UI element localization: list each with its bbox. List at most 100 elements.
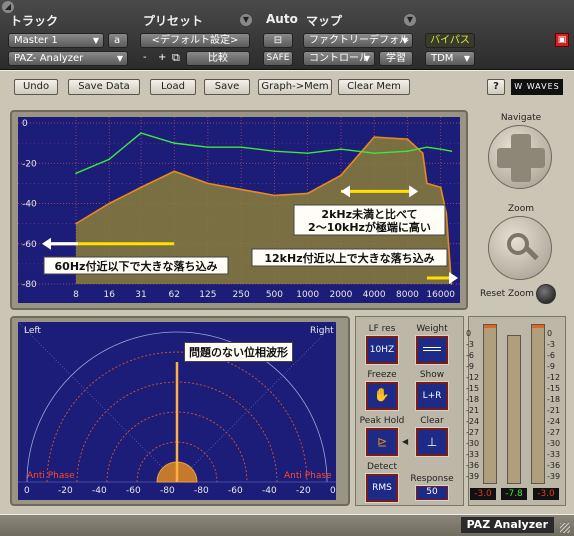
weight-label: Weight <box>416 324 448 334</box>
orange-series-point <box>340 174 342 177</box>
x-tick-label: 62 <box>169 290 180 300</box>
dropdown-arrow-icon: ▼ <box>463 54 470 63</box>
weight-flat-icon <box>423 347 441 351</box>
learn-button[interactable]: 学習 <box>379 51 413 66</box>
left-peak-readout[interactable]: -3.0 <box>470 488 496 500</box>
copy-icon[interactable]: ⧉ <box>172 51 180 65</box>
y-tick-label: -60 <box>22 240 37 250</box>
waves-logo-text: WAVES <box>526 82 560 91</box>
save-button[interactable]: Save <box>204 79 250 95</box>
map-select[interactable]: ファクトリーデフォル ▼ <box>303 33 413 48</box>
orange-series-point <box>445 212 448 215</box>
lf-res-button[interactable]: 10HZ <box>365 335 399 365</box>
meter-scale-label: -24 <box>547 417 561 426</box>
meter-scale-label: -39 <box>547 472 561 481</box>
zoom-pad[interactable] <box>488 216 552 280</box>
x-tick-label: 16 <box>104 290 116 300</box>
channel-value: a <box>114 35 121 46</box>
zoom-label: Zoom <box>508 204 534 214</box>
track-select-value: Master 1 <box>14 35 58 46</box>
freeze-button[interactable]: ✋ <box>365 381 399 411</box>
plugin-select-value: PAZ- Analyzer <box>14 53 84 64</box>
controller-select[interactable]: コントロール ▼ <box>303 51 375 66</box>
green-series-point <box>406 150 409 152</box>
phase-tick-label: 0 <box>24 486 30 496</box>
orange-series-point <box>406 138 409 140</box>
phase-right-label: Right <box>310 326 334 336</box>
preset-header: プリセット <box>143 14 204 28</box>
arrow-left-icon: ◀ <box>402 437 409 446</box>
clear-button[interactable]: ⊥ <box>415 427 449 457</box>
orange-series-point <box>75 222 77 225</box>
meter-scale-label: -21 <box>466 406 480 415</box>
reset-zoom-button[interactable] <box>536 284 556 304</box>
navigate-horizontal-icon <box>497 148 545 168</box>
meter-scale-label: -3 <box>466 340 474 349</box>
annotation-mid-high: 2〜10kHzが極端に高い <box>308 220 431 234</box>
orange-series-point <box>273 194 276 197</box>
green-series-point <box>207 146 209 148</box>
save-data-button[interactable]: Save Data <box>68 79 140 95</box>
compare-button[interactable]: 比較 <box>186 51 250 66</box>
waves-logo: W WAVES <box>511 79 563 95</box>
magnifier-handle-icon <box>525 246 539 261</box>
orange-series-point <box>240 188 242 191</box>
weight-button[interactable] <box>415 335 449 365</box>
y-tick-label: -40 <box>22 200 37 210</box>
response-field[interactable]: 50 <box>415 485 449 501</box>
orange-series-point <box>173 170 176 173</box>
y-tick-label: -80 <box>22 280 37 290</box>
green-series-point <box>240 146 242 148</box>
x-tick-label: 4000 <box>363 290 386 300</box>
x-tick-label: 2000 <box>329 290 352 300</box>
right-meter <box>531 324 545 484</box>
close-icon[interactable]: ▣ <box>555 33 569 47</box>
center-meter <box>507 335 521 484</box>
preset-menu-icon[interactable]: ▼ <box>240 14 252 26</box>
left-meter-peak <box>484 325 496 328</box>
resize-grip-icon[interactable] <box>560 523 570 533</box>
orange-series-point <box>426 182 428 185</box>
navigate-pad[interactable] <box>488 125 552 189</box>
auto-header: Auto <box>266 12 298 26</box>
meter-scale-label: -6 <box>466 351 474 360</box>
peak-hold-button[interactable]: ⊵ <box>365 427 399 457</box>
green-series-point <box>340 148 342 150</box>
meter-scale-label: -33 <box>466 450 480 459</box>
preset-select[interactable]: <デフォルト設定> <box>140 33 250 48</box>
meter-scale-label: -30 <box>466 439 480 448</box>
detect-button[interactable]: RMS <box>365 473 399 503</box>
lf-res-label: LF res <box>368 324 396 334</box>
right-peak-readout[interactable]: -3.0 <box>533 488 559 500</box>
load-button[interactable]: Load <box>150 79 196 95</box>
phase-tick-label: 0 <box>330 486 336 496</box>
preset-next-button[interactable]: + <box>158 52 166 63</box>
meter-scale-label: 0 <box>466 329 472 338</box>
dropdown-arrow-icon: ▼ <box>92 36 99 45</box>
center-readout[interactable]: -7.8 <box>501 488 527 500</box>
map-menu-icon[interactable]: ▼ <box>404 14 416 26</box>
spectrum-graph[interactable]: 0 -20 -40 -60 -80 8 16 31 62 125 250 500 1000 2000 400… <box>18 117 460 303</box>
meter-scale-label: -9 <box>547 362 555 371</box>
graph-to-mem-button[interactable]: Graph->Mem <box>258 79 332 95</box>
track-select[interactable]: Master 1 ▼ <box>8 33 104 48</box>
bypass-button[interactable]: バイパス <box>425 33 475 48</box>
map-header: マップ <box>306 14 343 28</box>
help-button[interactable]: ? <box>487 79 505 95</box>
plugin-select[interactable]: PAZ- Analyzer ▼ <box>8 51 128 66</box>
green-series-point <box>140 132 142 134</box>
waves-logo-mark: W <box>514 82 524 91</box>
detect-label: Detect <box>366 462 397 472</box>
show-button[interactable]: L+R <box>415 381 449 411</box>
x-tick-label: 16000 <box>426 290 455 300</box>
channel-select[interactable]: a <box>108 33 128 48</box>
left-meter <box>483 324 497 484</box>
tdm-select[interactable]: TDM ▼ <box>425 51 475 66</box>
meter-scale-label: -33 <box>547 450 561 459</box>
clear-mem-button[interactable]: Clear Mem <box>338 79 410 95</box>
automation-icon[interactable]: ⊟ <box>263 33 293 48</box>
undo-button[interactable]: Undo <box>14 79 58 95</box>
safe-button[interactable]: SAFE <box>263 51 293 66</box>
preset-prev-button[interactable]: - <box>143 52 147 63</box>
green-series-point <box>426 146 428 148</box>
